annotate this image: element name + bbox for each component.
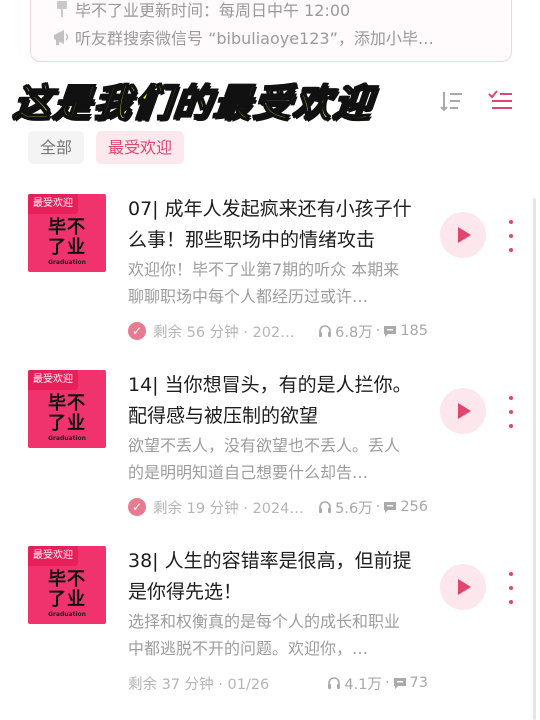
episode-title[interactable]: 38| 人生的容错率是很高，但前提是你得先选！ (128, 546, 428, 608)
more-options-icon[interactable] (504, 220, 518, 252)
episode-remaining: 剩余 56 分钟 · 202… (153, 324, 295, 341)
episode-meta: 剩余 37 分钟 · 01/26 4.1万 · 73 (128, 672, 428, 694)
episode-item[interactable]: 最受欢迎 毕不 了业 Graduation 38| 人生的容错率是很高，但前提是你… (0, 546, 540, 716)
tab-most-popular[interactable]: 最受欢迎 (96, 131, 185, 164)
scrollbar[interactable] (533, 198, 536, 720)
cover-subtitle: Graduation (48, 435, 86, 442)
cover-badge: 最受欢迎 (28, 370, 78, 390)
played-check-icon: ✓ (128, 498, 146, 516)
played-check-icon: ✓ (128, 322, 146, 340)
comment-count: 185 (400, 323, 428, 339)
episode-cover[interactable]: 最受欢迎 毕不 了业 Graduation (28, 194, 106, 272)
headphones-icon (319, 501, 332, 513)
comment-count: 73 (409, 675, 428, 691)
episode-cover[interactable]: 最受欢迎 毕不 了业 Graduation (28, 546, 106, 624)
episode-item[interactable]: 最受欢迎 毕不 了业 Graduation 07| 成年人发起疯来还有小孩子什么事… (0, 194, 540, 364)
filter-list-icon[interactable] (488, 88, 514, 114)
headphones-icon (328, 677, 341, 689)
comment-icon (384, 502, 397, 513)
episode-meta: ✓ 剩余 56 分钟 · 202… 6.8万 · 185 (128, 320, 428, 342)
megaphone-icon (51, 28, 73, 46)
play-button[interactable] (440, 564, 486, 610)
cover-subtitle: Graduation (48, 259, 86, 266)
episode-remaining: 剩余 37 分钟 · 01/26 (128, 676, 270, 693)
filter-tabs: 全部 最受欢迎 (28, 131, 185, 164)
episode-description: 欢迎你！毕不了业第7期的听众 本期来聊聊职场中每个人都经历过或许… (128, 260, 400, 306)
section-header: 这是我们的最受欢迎 (0, 70, 540, 126)
more-options-icon[interactable] (504, 396, 518, 428)
episode-title[interactable]: 14| 当你想冒头，有的是人拦你。配得感与被压制的欲望 (128, 370, 428, 432)
play-icon (458, 227, 471, 243)
cover-subtitle: Graduation (48, 611, 86, 618)
page-title: 这是我们的最受欢迎 (11, 80, 377, 126)
episode-remaining: 剩余 19 分钟 · 2024… (153, 500, 304, 517)
play-count: 4.1万 (344, 676, 382, 693)
episode-description: 欲望不丢人，没有欲望也不丢人。丢人的是明明知道自己想要什么却告… (128, 436, 401, 482)
cover-logo: 毕不 了业 (48, 569, 86, 610)
episode-title[interactable]: 07| 成年人发起疯来还有小孩子什么事！那些职场中的情绪攻击 (128, 194, 428, 256)
pushpin-icon (51, 0, 73, 18)
cover-badge: 最受欢迎 (28, 194, 78, 214)
comment-icon (393, 678, 406, 689)
cover-logo: 毕不 了业 (48, 393, 86, 434)
comment-count: 256 (400, 499, 428, 515)
play-button[interactable] (440, 388, 486, 434)
play-count: 5.6万 (335, 500, 373, 517)
notice-card: 毕不了业更新时间：每周日中午 12:00 听友群搜索微信号 “bibuliaoy… (30, 0, 512, 62)
notice-wechat-group: 听友群搜索微信号 “bibuliaoye123”，添加小毕… (51, 23, 497, 51)
episode-cover[interactable]: 最受欢迎 毕不 了业 Graduation (28, 370, 106, 448)
sort-icon[interactable] (440, 88, 466, 114)
headphones-icon (319, 325, 332, 337)
play-button[interactable] (440, 212, 486, 258)
play-count: 6.8万 (335, 324, 373, 341)
episode-description: 选择和权衡真的是每个人的成长和职业中都逃脱不开的问题。欢迎你，… (128, 612, 401, 658)
cover-badge: 最受欢迎 (28, 546, 78, 566)
comment-icon (384, 326, 397, 337)
episode-meta: ✓ 剩余 19 分钟 · 2024… 5.6万 · 256 (128, 496, 428, 518)
tab-all[interactable]: 全部 (28, 131, 85, 164)
more-options-icon[interactable] (504, 572, 518, 604)
episode-item[interactable]: 最受欢迎 毕不 了业 Graduation 14| 当你想冒头，有的是人拦你。配得… (0, 370, 540, 540)
play-icon (458, 403, 471, 419)
cover-logo: 毕不 了业 (48, 217, 86, 258)
play-icon (458, 579, 471, 595)
notice-update-time: 毕不了业更新时间：每周日中午 12:00 (51, 0, 497, 23)
